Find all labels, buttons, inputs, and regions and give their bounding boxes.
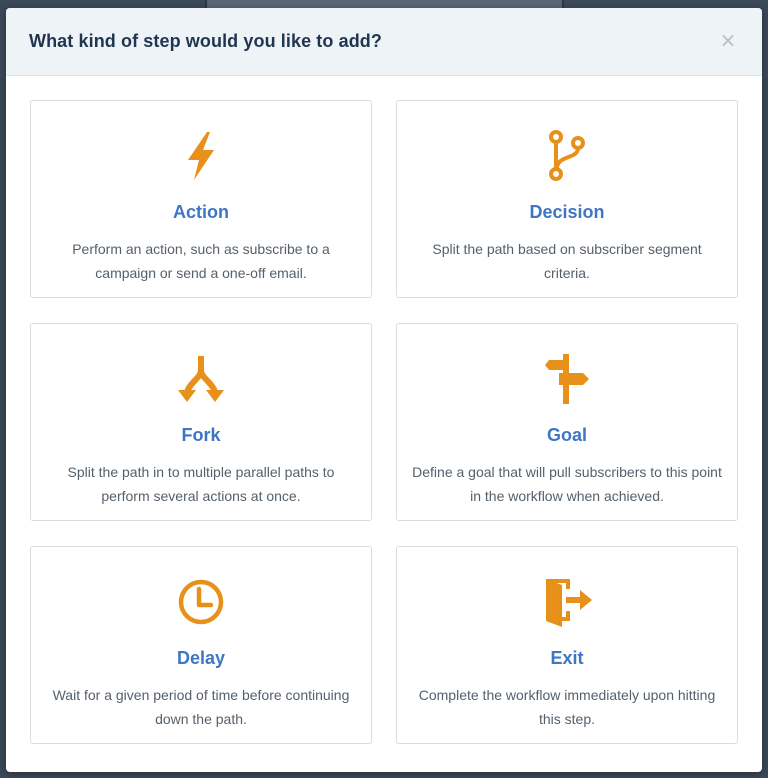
step-type-grid: Action Perform an action, such as subscr…	[30, 100, 738, 744]
modal-title: What kind of step would you like to add?	[29, 31, 382, 51]
step-option-description: Split the path in to multiple parallel p…	[67, 464, 335, 504]
step-option-description: Complete the workflow immediately upon h…	[418, 687, 716, 727]
step-option-fork[interactable]: Fork Split the path in to multiple paral…	[30, 323, 372, 521]
add-step-modal: What kind of step would you like to add?…	[6, 8, 762, 772]
step-option-title: Exit	[550, 648, 584, 668]
lightning-bolt-icon	[31, 129, 371, 183]
step-option-goal[interactable]: Goal Define a goal that will pull subscr…	[396, 323, 738, 521]
step-option-action[interactable]: Action Perform an action, such as subscr…	[30, 100, 372, 298]
step-option-title: Fork	[181, 425, 221, 445]
step-option-description: Perform an action, such as subscribe to …	[72, 241, 330, 281]
step-option-title: Goal	[546, 425, 587, 445]
step-option-description: Define a goal that will pull subscribers…	[412, 464, 722, 504]
close-button[interactable]: ×	[716, 28, 740, 52]
step-option-title: Delay	[176, 648, 226, 668]
fork-icon	[31, 352, 371, 406]
branch-icon	[397, 129, 737, 183]
step-option-description: Split the path based on subscriber segme…	[432, 241, 702, 281]
clock-icon	[31, 575, 371, 629]
step-option-title: Action	[173, 202, 229, 222]
signpost-icon	[397, 352, 737, 406]
modal-header: What kind of step would you like to add?…	[6, 8, 762, 76]
step-option-description: Wait for a given period of time before c…	[52, 687, 350, 727]
exit-door-icon	[397, 575, 737, 629]
step-option-exit[interactable]: Exit Complete the workflow immediately u…	[396, 546, 738, 744]
step-option-delay[interactable]: Delay Wait for a given period of time be…	[30, 546, 372, 744]
step-option-decision[interactable]: Decision Split the path based on subscri…	[396, 100, 738, 298]
step-option-title: Decision	[529, 202, 605, 222]
